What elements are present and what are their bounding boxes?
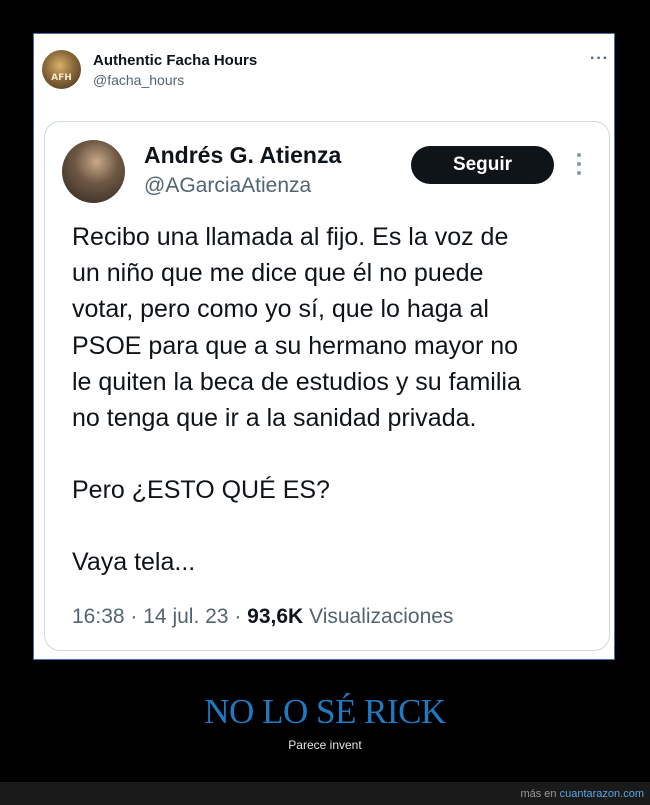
views-count: 93,6K	[247, 605, 304, 628]
quoted-avatar[interactable]	[62, 140, 125, 203]
footer-credit: más en cuantarazon.com	[520, 788, 644, 800]
tweet-line: Vaya tela...	[72, 548, 196, 577]
outer-avatar[interactable]: AFH	[42, 50, 81, 89]
caption-subtitle: Parece invent	[288, 738, 362, 752]
outer-avatar-label: AFH	[51, 73, 72, 83]
footer-prefix: más en	[520, 788, 557, 800]
tweet-line: Recibo una llamada al fijo. Es la voz de	[72, 223, 509, 251]
more-horizontal-icon[interactable]: ···	[590, 50, 609, 68]
tweet-line: Pero ¿ESTO QUÉ ES?	[72, 476, 330, 505]
tweet-meta: 16:38 · 14 jul. 23 · 93,6K Visualizacion…	[72, 605, 453, 629]
views-label: Visualizaciones	[309, 605, 454, 628]
caption-title: NO LO SÉ RICK	[204, 692, 446, 731]
quoted-tweet-card[interactable]: Andrés G. Atienza @AGarciaAtienza Seguir…	[44, 121, 610, 651]
tweet-date[interactable]: 14 jul. 23	[143, 605, 228, 628]
tweet-line: le quiten la beca de estudios y su famil…	[72, 367, 521, 396]
quoted-display-name[interactable]: Andrés G. Atienza	[144, 142, 341, 169]
outer-handle[interactable]: @facha_hours	[93, 72, 184, 88]
tweet-text: Recibo una llamada al fijo. Es la voz de…	[72, 219, 592, 581]
outer-display-name[interactable]: Authentic Facha Hours	[93, 52, 257, 69]
tweet-line: no tenga que ir a la sanidad privada.	[72, 404, 477, 433]
tweet-line: PSOE para que a su hermano mayor no	[72, 331, 519, 360]
follow-button[interactable]: Seguir	[411, 146, 554, 184]
footer-site-link[interactable]: cuantarazon.com	[560, 788, 644, 800]
tweet-time[interactable]: 16:38	[72, 605, 125, 628]
tweet-line: votar, pero como yo sí, que lo haga al	[72, 295, 489, 324]
meta-separator: ·	[130, 605, 138, 628]
meta-separator: ·	[234, 605, 242, 628]
quoted-handle[interactable]: @AGarciaAtienza	[144, 174, 311, 198]
more-vertical-icon[interactable]	[572, 153, 586, 181]
screenshot-frame: AFH Authentic Facha Hours @facha_hours ·…	[33, 33, 615, 660]
tweet-line: un niño que me dice que él no puede	[72, 259, 484, 288]
